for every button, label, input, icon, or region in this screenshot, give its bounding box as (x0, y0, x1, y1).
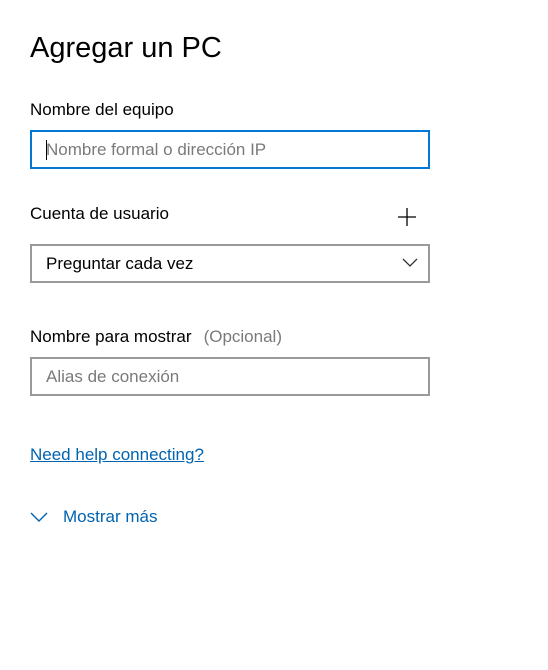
chevron-down-icon (402, 258, 418, 267)
display-name-label-row: Nombre para mostrar (Opcional) (30, 326, 282, 348)
plus-icon (398, 208, 416, 226)
help-connecting-link[interactable]: Need help connecting? (30, 444, 204, 466)
show-more-button[interactable]: Mostrar más (30, 505, 157, 529)
user-account-select[interactable]: Preguntar cada vez (30, 244, 430, 283)
display-name-label: Nombre para mostrar (30, 327, 192, 346)
user-account-selected-value: Preguntar cada vez (46, 254, 194, 273)
optional-hint: (Opcional) (203, 327, 282, 346)
show-more-label: Mostrar más (63, 507, 158, 526)
display-name-field-box[interactable] (30, 357, 430, 396)
page-title: Agregar un PC (30, 32, 222, 64)
chevron-down-icon (30, 512, 48, 522)
user-account-label: Cuenta de usuario (30, 204, 169, 223)
display-name-input[interactable] (32, 359, 428, 394)
pc-name-field-box[interactable] (30, 130, 430, 169)
pc-name-input[interactable] (32, 132, 428, 167)
add-account-button[interactable] (397, 207, 417, 227)
pc-name-label: Nombre del equipo (30, 100, 174, 119)
text-caret (46, 140, 47, 160)
